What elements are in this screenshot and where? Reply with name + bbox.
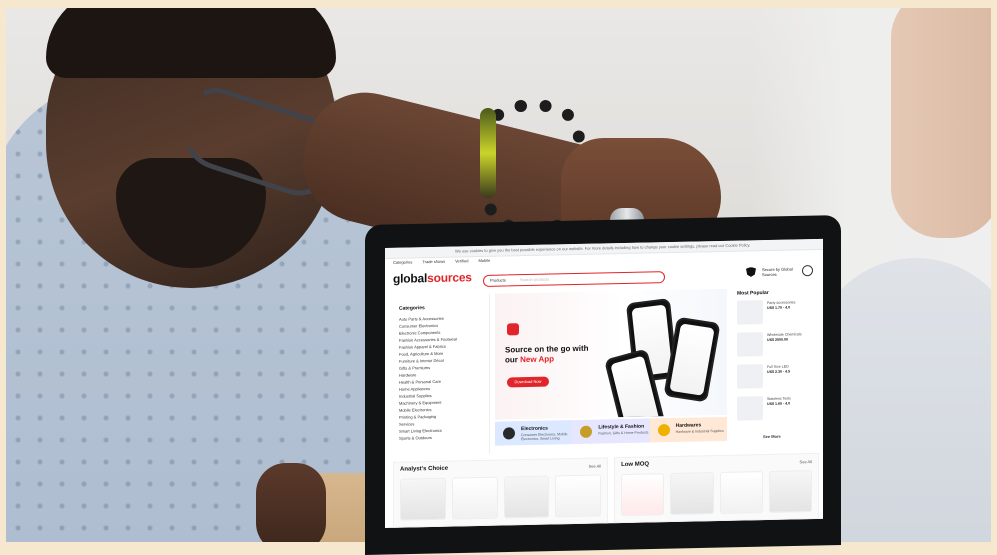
nav-item-categories[interactable]: Categories: [393, 259, 412, 264]
banner-title: Lifestyle & Fashion: [598, 423, 645, 431]
product-thumb: [737, 300, 763, 325]
most-popular-item[interactable]: Party accessories US$ 1.70 - 4.0: [737, 299, 817, 329]
site-nav: Categories Trade shows Verified Mobile: [393, 258, 490, 265]
product-thumbnail[interactable]: [768, 470, 813, 513]
search-box[interactable]: Products Search products: [483, 271, 665, 287]
low-moq-section: Low MOQ See All: [614, 452, 819, 524]
search-scope[interactable]: Products: [490, 277, 506, 282]
product-thumbnail[interactable]: [400, 477, 446, 521]
product-thumb: [737, 332, 763, 357]
logo-right: sources: [427, 270, 472, 286]
category-banners: Electronics Consumer Electronics, Mobile…: [495, 416, 727, 446]
shield-icon: [746, 267, 756, 277]
secure-label: Secure by Global Sources: [762, 265, 793, 277]
drill-icon: [657, 424, 670, 437]
product-thumbnail[interactable]: [670, 472, 714, 516]
hero-banner[interactable]: Source on the go with our New App Downlo…: [495, 288, 727, 420]
hero-line-2-prefix: our: [505, 355, 521, 365]
product-info: Full Size LED US$ 2.30 - 4.5: [767, 364, 815, 375]
site-logo[interactable]: globalsources: [393, 270, 472, 286]
analysts-choice-section: Analyst's Choice See All: [393, 457, 609, 528]
product-price: US$ 1.60 - 4.0: [767, 401, 791, 406]
most-popular-item[interactable]: Stainless Tools US$ 1.60 - 4.0: [737, 395, 817, 425]
section-title: Low MOQ: [621, 461, 650, 469]
account-icon[interactable]: [802, 265, 813, 277]
man-hair: [46, 8, 336, 78]
banner-hardwares[interactable]: Hardwares Hardware & Industrial Supplies: [649, 416, 727, 443]
see-all-link[interactable]: See All: [589, 463, 601, 468]
jewelry-icon: [580, 425, 593, 438]
app-icon: [507, 323, 519, 336]
hero-headline: Source on the go with our New App: [505, 344, 589, 366]
banner-subtitle: Fashion, Gifts & Home Products: [598, 430, 649, 436]
banner-electronics[interactable]: Electronics Consumer Electronics, Mobile…: [495, 420, 573, 446]
most-popular-title: Most Popular: [737, 289, 769, 297]
logo-left: global: [393, 271, 428, 286]
banner-title: Hardwares: [675, 422, 702, 429]
hero-highlight: New App: [520, 354, 555, 365]
categories-panel: Categories Auto Parts & Accessories Cons…: [393, 293, 490, 456]
banner-title: Electronics: [521, 425, 548, 433]
product-info: Wholesale Chemicals US$ 2500.00: [767, 332, 815, 343]
see-all-link[interactable]: See All: [800, 459, 812, 464]
banner-subtitle: Hardware & Industrial Supplies: [675, 428, 724, 434]
hero-line-2: our New App: [505, 354, 589, 366]
most-popular-item[interactable]: Full Size LED US$ 2.30 - 4.5: [737, 363, 817, 393]
most-popular-item[interactable]: Wholesale Chemicals US$ 2500.00: [737, 331, 817, 361]
product-price: US$ 2500.00: [767, 337, 788, 342]
header-right: Secure by Global Sources: [746, 265, 813, 277]
laptop-screen: We use cookies to give you the best poss…: [385, 238, 823, 529]
download-button[interactable]: Download Now: [507, 376, 549, 388]
product-thumbnail[interactable]: [451, 476, 498, 520]
section-title: Analyst's Choice: [400, 465, 449, 473]
nav-item-verified[interactable]: Verified: [455, 258, 468, 263]
see-more-link[interactable]: See More: [763, 434, 781, 439]
banner-subtitle: Consumer Electronics, Mobile Electronics…: [521, 432, 568, 442]
smartwatch-icon: [503, 427, 515, 440]
category-item[interactable]: Sports & Outdoors: [399, 433, 457, 441]
most-popular-panel: Most Popular Party accessories US$ 1.70 …: [733, 286, 817, 449]
product-info: Stainless Tools US$ 1.60 - 4.0: [767, 396, 815, 407]
product-info: Party accessories US$ 1.70 - 4.0: [767, 300, 815, 311]
banner-lifestyle[interactable]: Lifestyle & Fashion Fashion, Gifts & Hom…: [572, 418, 650, 445]
product-price: US$ 2.30 - 4.5: [767, 369, 791, 374]
product-thumbnail[interactable]: [503, 475, 550, 519]
categories-list: Auto Parts & Accessories Consumer Electr…: [399, 314, 457, 441]
nav-item-trade-shows[interactable]: Trade shows: [422, 259, 445, 264]
second-person-head: [891, 8, 991, 238]
nav-item-mobile[interactable]: Mobile: [478, 258, 490, 263]
section-thumbnails: [400, 474, 602, 521]
bracelet-accent: [480, 108, 496, 198]
section-thumbnails: [621, 470, 813, 517]
product-thumb: [737, 396, 763, 421]
search-input[interactable]: Search products: [520, 277, 549, 283]
product-thumb: [737, 364, 763, 389]
product-thumbnail[interactable]: [555, 474, 602, 518]
product-thumbnail[interactable]: [719, 471, 763, 514]
product-sections: Analyst's Choice See All Low MOQ See All: [393, 452, 819, 528]
product-thumbnail[interactable]: [621, 473, 665, 517]
man-left-hand: [256, 463, 326, 542]
categories-title: Categories: [399, 305, 425, 312]
product-price: US$ 1.70 - 4.0: [767, 305, 791, 310]
